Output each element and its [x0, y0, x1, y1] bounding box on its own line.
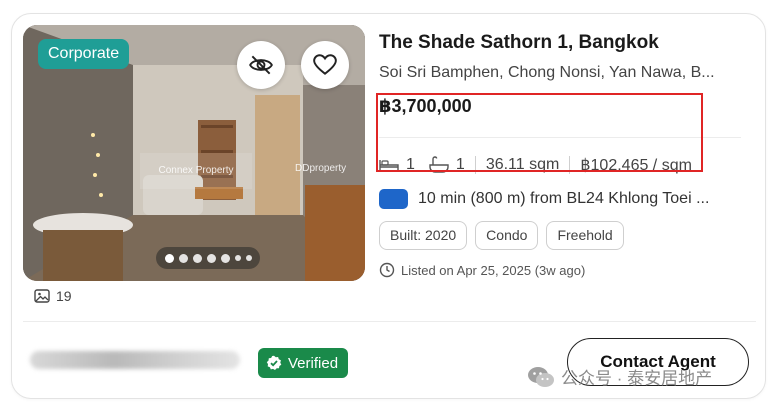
favorite-button[interactable]: [301, 41, 349, 89]
carousel-dots[interactable]: [156, 247, 260, 269]
wechat-label: 公众号 · 泰安居地产: [561, 369, 713, 388]
verified-label: Verified: [288, 354, 339, 372]
verified-badge: Verified: [258, 348, 349, 378]
carousel-dot[interactable]: [206, 253, 216, 263]
listing-tags: Built: 2020 Condo Freehold: [379, 221, 624, 250]
listed-date-text: Listed on Apr 25, 2025 (3w ago): [401, 262, 586, 278]
carousel-dot[interactable]: [234, 255, 241, 261]
listed-date: Listed on Apr 25, 2025 (3w ago): [379, 262, 585, 278]
image-icon: [34, 289, 50, 303]
tag-type: Condo: [475, 221, 539, 250]
listing-address: Soi Sri Bamphen, Chong Nonsi, Yan Nawa, …: [379, 64, 715, 81]
transit-info: 10 min (800 m) from BL24 Khlong Toei ...: [379, 189, 733, 209]
wechat-icon: [528, 366, 554, 387]
photo-count: 19: [34, 288, 72, 304]
watermark-ddproperty: DDproperty: [295, 163, 347, 174]
carousel-dot[interactable]: [192, 253, 202, 263]
highlight-box: [376, 93, 703, 172]
wechat-watermark: 公众号 · 泰安居地产: [527, 364, 712, 389]
photo-count-value: 19: [56, 288, 72, 304]
listing-title[interactable]: The Shade Sathorn 1, Bangkok: [379, 32, 659, 54]
carousel-dot[interactable]: [220, 253, 230, 263]
carousel-dot[interactable]: [164, 253, 174, 263]
transit-text: 10 min (800 m) from BL24 Khlong Toei ...: [418, 190, 710, 207]
hide-icon: [249, 55, 273, 75]
carousel-dot[interactable]: [178, 253, 188, 263]
tag-built: Built: 2020: [379, 221, 468, 250]
check-badge-icon: [266, 355, 282, 370]
transit-icon: [379, 189, 408, 209]
card-divider: [23, 321, 756, 322]
corporate-badge: Corporate: [38, 39, 130, 69]
agent-name-redacted: [30, 351, 240, 369]
tag-tenure: Freehold: [546, 221, 624, 250]
hide-listing-button[interactable]: [237, 41, 285, 89]
watermark-connex: Connex Property: [140, 153, 252, 189]
listing-card[interactable]: Corporate Connex Property DDproperty 19 …: [11, 13, 766, 399]
clock-icon: [379, 262, 395, 278]
listing-photo[interactable]: Corporate Connex Property DDproperty: [23, 25, 365, 281]
heart-icon: [313, 54, 337, 75]
carousel-dot[interactable]: [245, 255, 252, 261]
